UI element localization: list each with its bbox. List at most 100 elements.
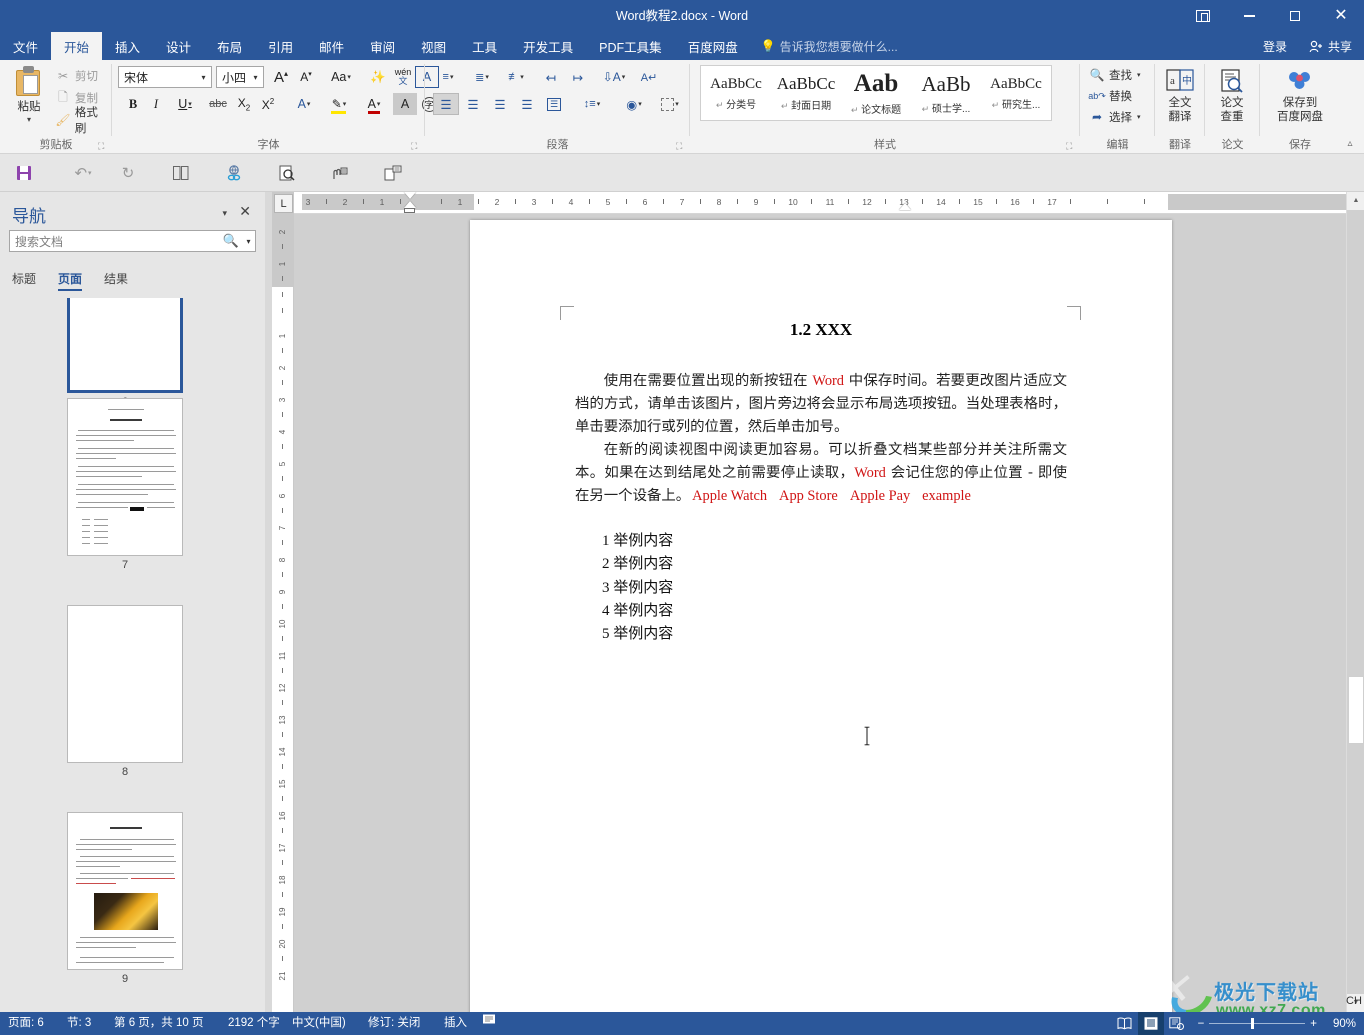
document-page[interactable]: 1.2 XXX 使用在需要位置出现的新按钮在 Word 中保存时间。若要更改图片… [470, 220, 1172, 1012]
tab-baidu-netdisk[interactable]: 百度网盘 [675, 32, 751, 60]
line-spacing-button[interactable]: ↕≡ ▾ [575, 93, 609, 115]
shrink-font-button[interactable]: A▾ [294, 66, 318, 88]
bold-button[interactable]: B [122, 93, 144, 115]
nav-tab-results[interactable]: 结果 [104, 270, 128, 291]
search-icon[interactable]: 🔍 [220, 233, 242, 249]
format-painter-button[interactable]: 🖌 格式刷 [52, 107, 112, 135]
hanging-indent-marker[interactable] [404, 201, 416, 208]
undo-button[interactable]: ↶ ▾ [63, 160, 103, 186]
navigation-pane-close-icon[interactable]: ✕ [239, 203, 251, 220]
underline-button[interactable]: U ▾ [168, 93, 202, 115]
two-page-view-button[interactable] [167, 160, 195, 186]
select-button[interactable]: ➦ 选择 ▾ [1086, 107, 1144, 127]
clipboard-dialog-launcher[interactable]: ⛶ [98, 141, 108, 151]
paste-button[interactable]: 粘贴 ▾ [8, 64, 50, 128]
status-page-position[interactable]: 页面: 6 [4, 1012, 48, 1035]
page-thumbnail-list[interactable]: 6 [0, 298, 265, 1012]
zoom-slider-track[interactable] [1209, 1018, 1306, 1029]
increase-indent-button[interactable]: ↦ [565, 66, 591, 88]
italic-button[interactable]: I [145, 93, 167, 115]
navigation-search-box[interactable]: 搜索文档 🔍 ▾ [9, 230, 256, 252]
zoom-in-button[interactable]: + [1310, 1018, 1317, 1030]
document-tool-button[interactable] [379, 160, 407, 186]
scrollbar-track[interactable] [1347, 210, 1364, 994]
tab-insert[interactable]: 插入 [102, 32, 153, 60]
cut-button[interactable]: ✂ 剪切 [52, 66, 101, 86]
character-shading-button[interactable]: A [393, 93, 417, 115]
font-name-combo[interactable]: 宋体 ▾ [118, 66, 212, 88]
save-button[interactable] [10, 160, 38, 186]
view-web-layout-button[interactable] [1164, 1012, 1190, 1035]
thumbnail-item[interactable]: 7 [67, 398, 183, 571]
view-read-mode-button[interactable] [1112, 1012, 1138, 1035]
align-center-button[interactable]: ☰ [460, 93, 486, 115]
show-formatting-marks-button[interactable]: A↵ [636, 66, 662, 88]
subscript-button[interactable]: X2 [232, 93, 256, 115]
tab-design[interactable]: 设计 [153, 32, 204, 60]
navigation-pane-options-caret[interactable]: ▾ [222, 208, 227, 219]
zoom-percentage-label[interactable]: 90% [1322, 1018, 1356, 1030]
tab-view[interactable]: 视图 [408, 32, 459, 60]
zoom-control[interactable]: − + 90% [1190, 1018, 1364, 1030]
decrease-indent-button[interactable]: ↤ [538, 66, 564, 88]
right-indent-marker[interactable] [899, 203, 911, 210]
distribute-button[interactable]: ☰ [541, 93, 567, 115]
style-item[interactable]: Aab ↵ 论文标题 [841, 66, 911, 120]
font-dialog-launcher[interactable]: ⛶ [411, 141, 421, 151]
page-thumbnail-8[interactable] [67, 605, 183, 763]
status-page-count[interactable]: 第 6 页，共 10 页 [110, 1012, 207, 1035]
minimize-button[interactable] [1226, 0, 1272, 32]
tab-developer[interactable]: 开发工具 [510, 32, 586, 60]
page-thumbnail-9[interactable] [67, 812, 183, 970]
document-body-text[interactable]: 使用在需要位置出现的新按钮在 Word 中保存时间。若要更改图片适应文档的方式，… [575, 370, 1067, 508]
ribbon-display-options-button[interactable] [1180, 0, 1226, 32]
scroll-up-arrow-icon[interactable]: ▲ [1347, 192, 1364, 210]
status-proofing-button[interactable] [478, 1012, 502, 1035]
horizontal-ruler[interactable]: 3 2 1 1 2 3 4 5 6 7 8 9 10 11 12 13 14 1… [294, 192, 1346, 214]
status-language[interactable]: 中文(中国) [288, 1012, 350, 1035]
style-item[interactable]: AaBbCc ↵ 分类号 [701, 66, 771, 120]
clear-formatting-button[interactable]: ✨ [366, 66, 390, 88]
align-right-button[interactable]: ☰ [487, 93, 513, 115]
left-indent-marker[interactable] [404, 208, 415, 213]
status-insert-mode[interactable]: 插入 [440, 1012, 471, 1035]
replace-button[interactable]: ab↷ 替换 [1086, 86, 1135, 106]
text-effects-button[interactable]: A ▾ [287, 93, 321, 115]
align-left-button[interactable]: ☰ [433, 93, 459, 115]
first-line-indent-marker[interactable] [404, 192, 416, 199]
tab-review[interactable]: 审阅 [357, 32, 408, 60]
status-track-changes[interactable]: 修订: 关闭 [364, 1012, 424, 1035]
vertical-ruler[interactable]: 2 1 1 2 3 4 5 6 7 8 9 10 11 12 13 14 15 … [272, 192, 294, 1012]
thumbnail-item[interactable]: 6 [67, 298, 183, 408]
justify-button[interactable]: ☰ [514, 93, 540, 115]
maximize-button[interactable] [1272, 0, 1318, 32]
phonetic-guide-button[interactable]: wén 文 [391, 66, 415, 88]
tab-references[interactable]: 引用 [255, 32, 306, 60]
grow-font-button[interactable]: A▴ [269, 66, 293, 88]
document-vertical-scrollbar[interactable]: ▲ ▼ [1346, 192, 1364, 1012]
share-button[interactable]: 共享 [1296, 32, 1364, 60]
paste-dropdown-caret[interactable]: ▾ [27, 115, 31, 124]
style-item[interactable]: AaBb ↵ 硕士学... [911, 66, 981, 120]
paragraph-dialog-launcher[interactable]: ⛶ [676, 141, 686, 151]
nav-tab-headings[interactable]: 标题 [12, 270, 36, 291]
tab-pdf-toolkit[interactable]: PDF工具集 [586, 32, 675, 60]
tab-home[interactable]: 开始 [51, 32, 103, 60]
find-button[interactable]: 🔍 查找 ▾ [1086, 65, 1144, 85]
tab-layout[interactable]: 布局 [204, 32, 255, 60]
style-item[interactable]: AaBbCc ↵ 研究生... [981, 66, 1051, 120]
zoom-out-button[interactable]: − [1198, 1018, 1205, 1030]
tab-stop-selector[interactable]: L [274, 194, 293, 213]
scrollbar-thumb[interactable] [1348, 676, 1364, 744]
zoom-slider-handle[interactable] [1251, 1018, 1255, 1029]
tab-tools[interactable]: 工具 [459, 32, 510, 60]
styles-gallery[interactable]: AaBbCc ↵ 分类号 AaBbCc ↵ 封面日期 Aab ↵ 论文标题 Aa… [700, 65, 1052, 121]
save-to-baidu-netdisk-button[interactable]: 保存到 百度网盘 [1268, 64, 1332, 130]
page-thumbnail-6[interactable] [67, 298, 183, 393]
strikethrough-button[interactable]: abc [205, 93, 231, 115]
nav-tab-pages[interactable]: 页面 [58, 270, 83, 291]
sort-button[interactable]: ⇩A ▾ [597, 66, 631, 88]
font-size-combo[interactable]: 小四 ▾ [216, 66, 264, 88]
sign-in-button[interactable]: 登录 [1253, 32, 1297, 60]
status-section[interactable]: 节: 3 [63, 1012, 95, 1035]
